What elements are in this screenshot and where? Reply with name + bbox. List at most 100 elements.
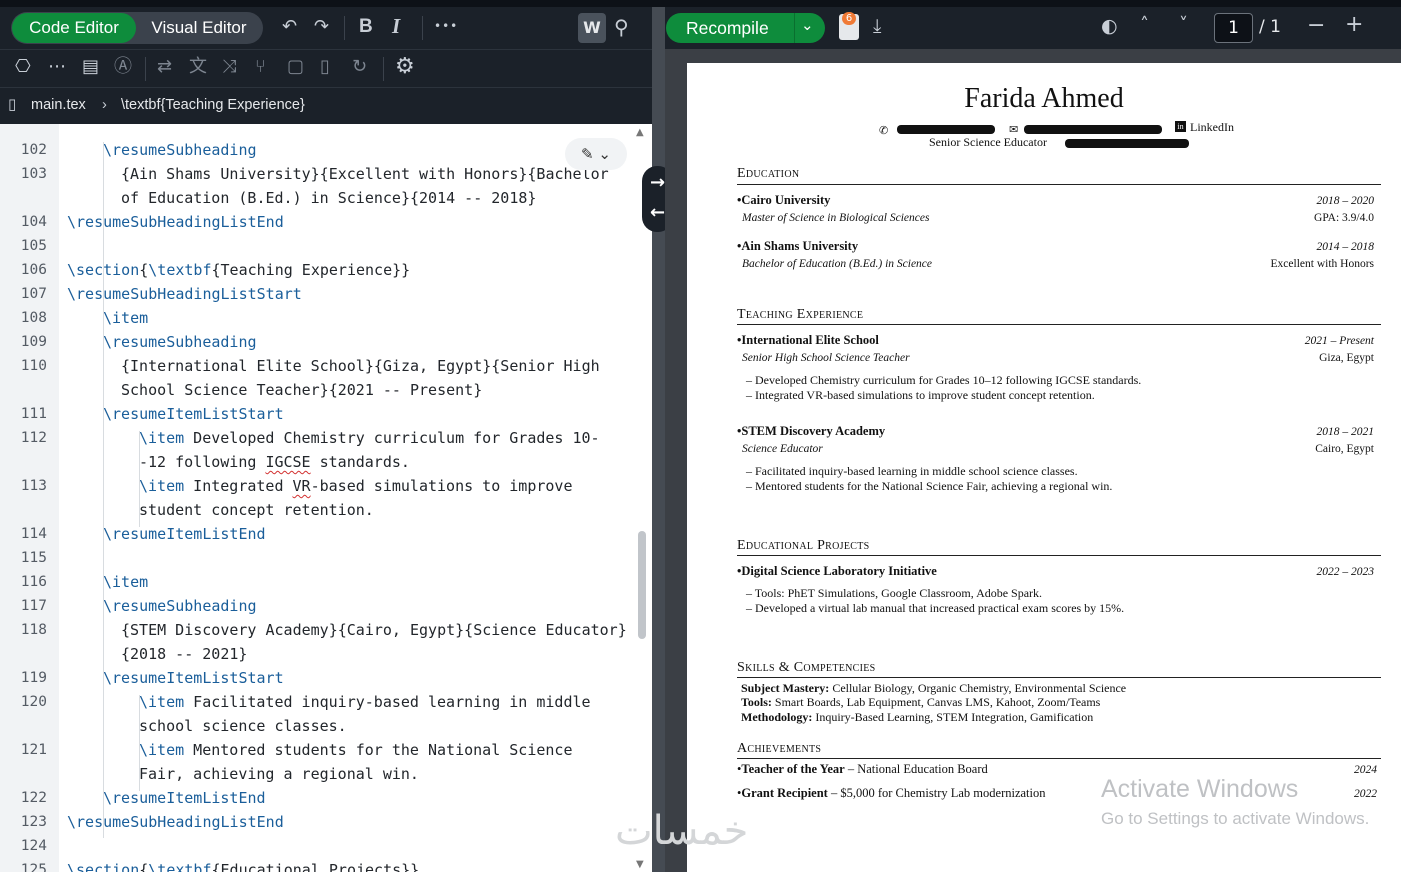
zoom-in-icon[interactable]: +: [1345, 14, 1363, 36]
edu-gpa: GPA: 3.9/4.0: [1314, 212, 1374, 224]
code-line[interactable]: {Ain Shams University}{Excellent with Ho…: [121, 165, 609, 183]
line-number: 102: [20, 142, 47, 158]
bold-button[interactable]: B: [359, 17, 373, 36]
code-line[interactable]: \section{\textbf{Teaching Experience}}: [67, 261, 410, 279]
code-line[interactable]: \resumeSubheading: [103, 333, 257, 351]
linkedin-link[interactable]: LinkedIn: [1190, 120, 1234, 135]
paraphrase-icon[interactable]: ⇄: [157, 58, 172, 76]
code-line[interactable]: School Science Teacher}{2021 -- Present}: [121, 381, 482, 399]
recompile-button[interactable]: Recompile ⌄: [666, 13, 825, 43]
code-line[interactable]: {International Elite School}{Giza, Egypt…: [121, 357, 600, 375]
line-number: 121: [20, 742, 47, 758]
code-line[interactable]: \resumeItemListEnd: [103, 789, 266, 807]
visual-editor-tab[interactable]: Visual Editor: [137, 13, 261, 43]
translate-icon[interactable]: 文: [189, 58, 207, 76]
code-line[interactable]: {STEM Discovery Academy}{Cairo, Egypt}{S…: [121, 621, 627, 639]
line-number: 106: [20, 262, 47, 278]
code-line[interactable]: \resumeSubHeadingListEnd: [67, 813, 284, 831]
skill-line: Methodology: Inquiry-Based Learning, STE…: [741, 710, 1094, 724]
code-line[interactable]: \item: [103, 573, 148, 591]
code-line[interactable]: \item Facilitated inquiry-based learning…: [139, 693, 591, 711]
writefull-button[interactable]: W: [578, 13, 606, 43]
edu-degree: Master of Science in Biological Sciences: [742, 212, 930, 224]
pdf-page: Farida Ahmed ✆ ✉ in LinkedIn Senior Scie…: [687, 63, 1401, 872]
scrollbar-thumb[interactable]: [638, 531, 646, 639]
chevron-down-icon[interactable]: ⌄: [801, 16, 814, 34]
code-line[interactable]: \item Developed Chemistry curriculum for…: [139, 429, 600, 447]
phone-icon: ✆: [879, 125, 889, 137]
code-editor[interactable]: 102 103 104 105 106 107 108 109 110 111 112 113 114 1…: [0, 124, 652, 872]
logs-icon[interactable]: 6: [839, 12, 859, 40]
edu-degree: Bachelor of Education (B.Ed.) in Science: [742, 258, 933, 270]
code-line[interactable]: student concept retention.: [139, 501, 374, 519]
job-dates: 2021 – Present: [1304, 335, 1374, 347]
clipboard-icon[interactable]: ▢: [287, 58, 304, 76]
code-line[interactable]: \resumeSubHeadingListEnd: [67, 213, 284, 231]
project-name: •Digital Science Laboratory Initiative: [737, 564, 937, 578]
italic-button[interactable]: I: [392, 16, 400, 37]
section-education: Education: [737, 166, 800, 181]
job-dates: 2018 – 2021: [1316, 426, 1375, 438]
previous-page-icon[interactable]: ˄: [1140, 16, 1149, 34]
code-line[interactable]: of Education (B.Ed.) in Science}{2014 --…: [121, 189, 536, 207]
skill-line: Tools: Smart Boards, Lab Equipment, Canv…: [741, 695, 1101, 709]
merge-icon[interactable]: ⑂: [255, 58, 266, 76]
scroll-up-icon[interactable]: ▲: [636, 128, 644, 138]
document-icon[interactable]: ▤: [82, 58, 99, 76]
code-line[interactable]: \resumeItemListStart: [103, 669, 284, 687]
spell-check-icon[interactable]: Ⓐ: [114, 58, 132, 76]
edit-mode-dropdown[interactable]: ✎ ⌄: [565, 138, 627, 170]
line-number: 116: [20, 574, 47, 590]
more-options-icon[interactable]: •••: [434, 20, 458, 32]
download-icon[interactable]: ⤓: [873, 17, 881, 36]
code-editor-tab[interactable]: Code Editor: [12, 13, 136, 43]
section-achievements: Achievements: [737, 741, 822, 756]
code-line[interactable]: \item Integrated VR-based simulations to…: [139, 477, 573, 495]
pdf-preview-pane: Recompile ⌄ 6 ⤓ ◐ ˄ ˅ 1 / 1 − + Farida A…: [665, 7, 1401, 872]
line-number: 124: [20, 838, 47, 854]
code-line[interactable]: \item: [103, 309, 148, 327]
zoom-out-icon[interactable]: −: [1307, 15, 1325, 37]
section-skills: Skills & Competencies: [737, 660, 876, 675]
job-role: Senior High School Science Teacher: [742, 352, 910, 364]
history-icon[interactable]: ↻: [352, 58, 367, 76]
line-number: 123: [20, 814, 47, 830]
gear-icon[interactable]: ⚙: [395, 56, 415, 78]
next-page-icon[interactable]: ˅: [1179, 16, 1188, 34]
code-line[interactable]: \section{\textbf{Educational Projects}}: [67, 861, 419, 872]
robot-icon[interactable]: ⎔: [15, 58, 31, 76]
line-number: 117: [20, 598, 47, 614]
breadcrumb-section[interactable]: \textbf{Teaching Experience}: [121, 97, 305, 113]
toolbar-separator: [145, 57, 146, 81]
line-number: 105: [20, 238, 47, 254]
undo-icon[interactable]: ↶: [282, 18, 297, 36]
resume-tagline: Senior Science Educator: [929, 135, 1047, 149]
page-number-input[interactable]: 1: [1214, 13, 1253, 43]
line-number: 104: [20, 214, 47, 230]
code-line[interactable]: Fair, achieving a regional win.: [139, 765, 419, 783]
job-role: Science Educator: [742, 443, 823, 455]
pane-divider[interactable]: [652, 7, 665, 872]
scroll-down-icon[interactable]: ▼: [636, 860, 644, 870]
code-line[interactable]: {2018 -- 2021}: [121, 645, 247, 663]
code-line[interactable]: \item Mentored students for the National…: [139, 741, 572, 759]
redo-icon[interactable]: ↷: [314, 18, 329, 36]
breadcrumb-file[interactable]: main.tex: [31, 97, 86, 113]
chevron-right-icon: ›: [102, 97, 107, 113]
code-line[interactable]: \resumeItemListEnd: [103, 525, 266, 543]
code-line[interactable]: -12 following IGCSE standards.: [139, 453, 410, 471]
contrast-icon[interactable]: ◐: [1101, 17, 1118, 36]
line-number: 125: [20, 862, 47, 872]
shuffle-icon[interactable]: ⤨: [222, 58, 236, 76]
editor-scrollbar[interactable]: [636, 144, 648, 872]
code-line[interactable]: school science classes.: [139, 717, 347, 735]
search-icon[interactable]: ⚲: [614, 17, 629, 37]
section-projects: Educational Projects: [737, 538, 870, 553]
code-line[interactable]: \resumeSubheading: [103, 597, 257, 615]
code-line[interactable]: \resumeSubheading: [103, 141, 257, 159]
file-icon[interactable]: ▯: [320, 58, 330, 76]
job-bullet: – Integrated VR-based simulations to imp…: [746, 388, 1095, 402]
dots-icon[interactable]: ⋯: [48, 58, 66, 76]
edu-honors: Excellent with Honors: [1270, 258, 1374, 270]
code-line[interactable]: \resumeItemListStart: [103, 405, 284, 423]
